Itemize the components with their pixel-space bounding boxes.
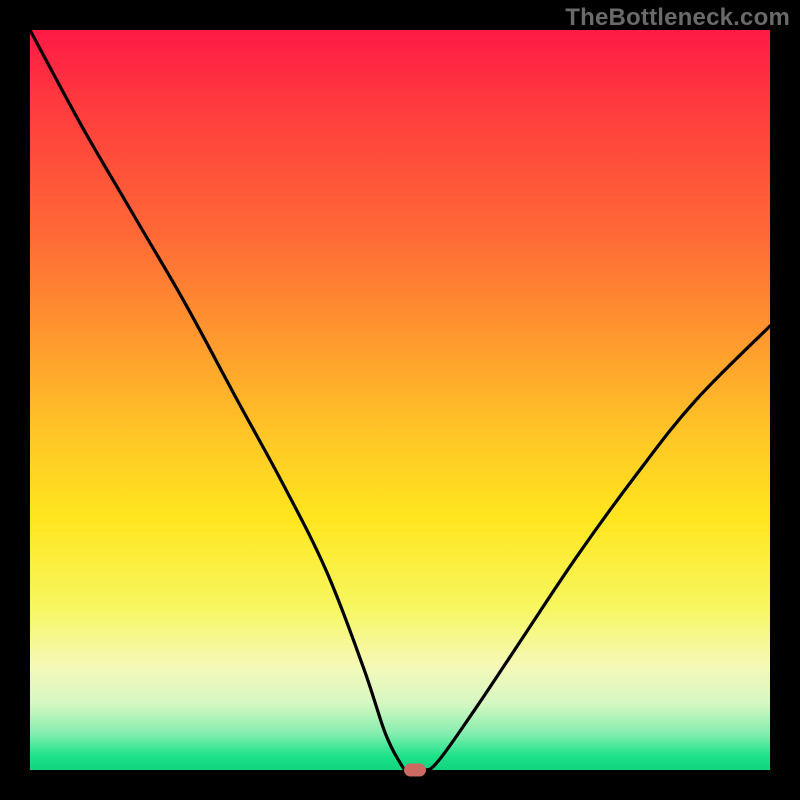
bottleneck-curve	[30, 30, 770, 771]
optimal-marker	[404, 764, 426, 777]
plot-area	[30, 30, 770, 770]
watermark-text: TheBottleneck.com	[565, 4, 790, 32]
chart-frame: TheBottleneck.com	[0, 0, 800, 800]
curve-svg	[30, 30, 770, 770]
